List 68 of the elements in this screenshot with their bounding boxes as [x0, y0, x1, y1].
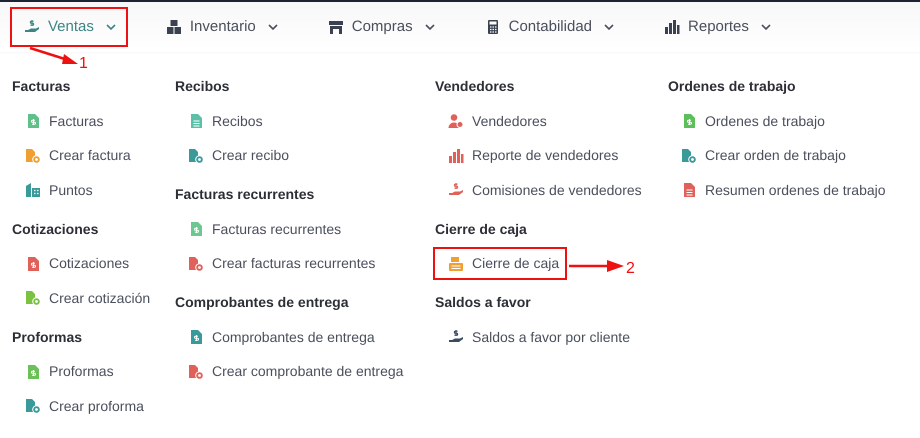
document-add-icon	[188, 256, 204, 272]
bar-chart-icon	[664, 19, 680, 35]
dollar-document-icon	[25, 364, 41, 380]
user-icon	[448, 113, 464, 130]
boxes-icon	[166, 19, 182, 35]
menu-link[interactable]: Crear facturas recurrentes	[173, 247, 384, 280]
menu-link[interactable]: Proformas	[10, 355, 122, 388]
chevron-down-icon	[106, 24, 116, 30]
section-heading: Vendedores	[435, 77, 516, 96]
chevron-down-icon	[604, 24, 614, 30]
menu-link[interactable]: Cotizaciones	[10, 247, 138, 280]
store-icon	[328, 19, 344, 35]
section-heading: Saldos a favor	[435, 293, 532, 312]
annotation-number: 2	[626, 259, 635, 279]
dollar-document-icon	[25, 256, 41, 272]
menu-link[interactable]: Crear comprobante de entrega	[173, 355, 412, 388]
menu-link[interactable]: Resumen ordenes de trabajo	[666, 174, 894, 207]
menu-link[interactable]: Saldos a favor por cliente	[433, 320, 638, 354]
nav-menu-item[interactable]: Reportes	[650, 7, 783, 47]
document-icon	[681, 182, 697, 198]
section-heading: Facturas	[12, 77, 72, 96]
hand-coin-icon	[24, 19, 40, 35]
menu-link[interactable]: Crear recibo	[173, 139, 298, 172]
menu-link[interactable]: Comprobantes de entrega	[173, 320, 383, 354]
document-icon	[188, 113, 204, 130]
cash-register-icon	[448, 256, 464, 272]
document-add-icon	[25, 148, 41, 164]
dollar-document-icon	[25, 113, 41, 130]
nav-menu-item[interactable]: Inventario	[152, 7, 290, 47]
nav-menu-item[interactable]: Contabilidad	[470, 7, 626, 47]
menu-link[interactable]: Reporte de vendedores	[433, 139, 626, 172]
menu-link[interactable]: Facturas	[10, 104, 112, 138]
menu-link[interactable]: Ordenes de trabajo	[666, 104, 833, 138]
menu-link[interactable]: Crear cotización	[10, 282, 158, 315]
menu-link[interactable]: Vendedores	[433, 104, 555, 138]
menu-link[interactable]: Puntos	[10, 174, 101, 207]
menu-link[interactable]: Crear factura	[10, 139, 139, 172]
nav-menu-item[interactable]: Compras	[314, 7, 447, 47]
menu-link[interactable]: Recibos	[173, 104, 271, 138]
section-heading: Cierre de caja	[435, 220, 528, 239]
document-add-icon	[188, 364, 204, 380]
document-add-icon	[188, 148, 204, 164]
dollar-document-icon	[681, 113, 697, 130]
annotation-number: 1	[79, 54, 88, 74]
section-heading: Facturas recurrentes	[175, 185, 316, 204]
annotation-arrow	[30, 46, 78, 64]
nav-menu-item[interactable]: Ventas	[10, 7, 128, 47]
section-heading: Ordenes de trabajo	[668, 77, 797, 96]
section-heading: Recibos	[175, 77, 230, 96]
chevron-down-icon	[424, 24, 435, 30]
section-heading: Cotizaciones	[12, 220, 100, 238]
section-heading: Comprobantes de entrega	[175, 293, 350, 312]
dollar-document-icon	[188, 329, 204, 346]
menu-link[interactable]: Crear orden de trabajo	[666, 139, 854, 172]
annotation-arrow	[569, 260, 624, 272]
buildings-icon	[25, 182, 41, 198]
bar-chart-icon	[448, 148, 464, 164]
menu-link[interactable]: Facturas recurrentes	[173, 212, 350, 246]
chevron-down-icon	[760, 24, 771, 30]
chevron-down-icon	[268, 24, 278, 30]
section-heading: Proformas	[12, 328, 84, 346]
document-add-icon	[25, 290, 41, 306]
document-add-icon	[25, 398, 41, 414]
menu-link[interactable]: Cierre de caja	[433, 247, 568, 280]
menu-link[interactable]: Crear proforma	[10, 390, 152, 423]
menu-link[interactable]: Comisiones de vendedores	[433, 174, 650, 207]
document-add-icon	[681, 148, 697, 164]
dollar-document-icon	[188, 221, 204, 238]
